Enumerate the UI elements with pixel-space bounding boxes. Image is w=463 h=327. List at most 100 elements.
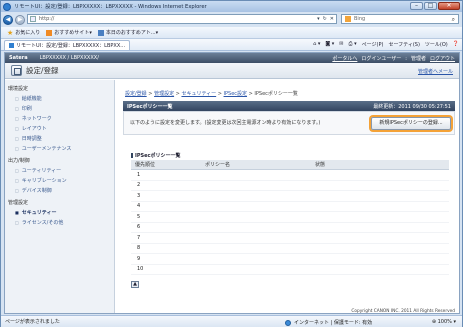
refresh-icon[interactable]: ↻ [323, 16, 327, 22]
table-row: 2 [131, 180, 449, 191]
menu-group-management: 管理設定 [8, 200, 29, 206]
portal-link[interactable]: ポータルへ [332, 55, 357, 62]
search-provider: Bing [354, 16, 366, 22]
list-title: IPSecポリシー一覧 [131, 152, 180, 159]
search-box[interactable]: Bing ⌕ [341, 14, 459, 24]
table-row: 6 [131, 222, 449, 233]
close-button[interactable]: ✕ [438, 2, 460, 10]
menu-item-paper-feed[interactable]: 給紙機能 [15, 95, 114, 102]
tools-menu[interactable]: ツール(O) [425, 41, 448, 48]
crumb-ipsec[interactable]: IPSec設定 [224, 91, 248, 97]
menu-item-user-maintenance[interactable]: ユーザーメンテナンス [15, 145, 114, 152]
row-priority: 3 [131, 190, 201, 202]
table-row: 1 [131, 169, 449, 181]
page-top-button[interactable]: ▲ [131, 281, 139, 288]
zoom-level: 100% [437, 319, 452, 325]
crumb-current: IPSecポリシー一覧 [254, 91, 298, 97]
favorites-bar: ★ お気に入り おすすめサイト ▾ 本日のおすすめアト... ▾ [1, 27, 462, 39]
fav-item-recommended[interactable]: おすすめサイト ▾ [46, 29, 92, 36]
row-priority: 1 [131, 169, 201, 181]
menu-group-output: 出力/制御 [8, 158, 30, 164]
table-row: 5 [131, 211, 449, 223]
breadcrumb: 設定/登録 > 管理設定 > セキュリティー > IPSec設定 > IPSec… [125, 91, 298, 97]
fav-item-label: おすすめサイト [54, 30, 90, 36]
crumb-security[interactable]: セキュリティー [181, 91, 216, 97]
forward-button[interactable]: ▶ [15, 14, 25, 25]
fav-item-label: 本日のおすすめアト... [105, 30, 156, 36]
tab-favicon-icon [9, 42, 14, 48]
row-priority: 2 [131, 180, 201, 191]
crumb-management[interactable]: 管理設定 [154, 91, 174, 97]
address-bar[interactable]: http:// ▾ ↻ ✕ [27, 14, 337, 24]
page-icon [97, 29, 104, 36]
policy-table: 優先順位 ポリシー名 状態 1 2 3 4 5 6 7 8 9 10 [131, 160, 449, 275]
row-priority: 6 [131, 222, 201, 233]
page-title: 設定/登録 [26, 66, 59, 75]
copyright: Copyright CANON INC. 2011 All Rights Res… [351, 309, 455, 314]
address-row: ◀ ▶ http:// ▾ ↻ ✕ Bing ⌕ [1, 12, 462, 27]
menu-item-device-control[interactable]: デバイス制御 [15, 187, 114, 194]
menu-item-license[interactable]: ライセンス/その他 [15, 219, 114, 226]
side-menu: 環境設定 給紙機能 印刷 ネットワーク レイアウト 日時調整 ユーザーメンテナン… [5, 80, 115, 313]
zone-label: インターネット | 保護モード: 有効 [294, 320, 373, 326]
main-content: 設定/登録 > 管理設定 > セキュリティー > IPSec設定 > IPSec… [117, 80, 459, 314]
feeds-icon[interactable]: ◙ ▾ [325, 41, 334, 48]
search-icon[interactable]: ⌕ [452, 16, 455, 24]
row-priority: 8 [131, 243, 201, 254]
page-icon [30, 16, 36, 22]
menu-item-calibration[interactable]: キャリブレーション [15, 177, 114, 184]
register-ipsec-policy-button[interactable]: 新規IPSecポリシーの登録... [371, 117, 451, 130]
browser-tab[interactable]: リモートUI：設定/登録：LBPXXXXX：LBPXX... [4, 39, 131, 50]
menu-item-layout[interactable]: レイアウト [15, 125, 114, 132]
address-url[interactable]: http:// [39, 16, 54, 22]
zoom-control[interactable]: ⊕ 100% ▾ [432, 319, 456, 325]
dropdown-icon[interactable]: ▾ [317, 16, 320, 22]
menu-item-security[interactable]: セキュリティー [15, 209, 114, 216]
page-header: 設定/登録 管理者へメール [5, 63, 459, 79]
security-zone[interactable]: インターネット | 保護モード: 有効 [285, 319, 372, 326]
table-row: 10 [131, 264, 449, 275]
star-icon: ★ [7, 28, 14, 37]
stop-icon[interactable]: ✕ [330, 16, 334, 22]
row-priority: 10 [131, 264, 201, 275]
minimize-button[interactable]: – [410, 2, 423, 10]
bing-icon [345, 16, 351, 22]
admin-label: 管理者 [410, 56, 426, 62]
notice-box: 以下のように設定を変更します。(設定変更は次回主電源オン時より有効になります。)… [123, 111, 455, 135]
back-button[interactable]: ◀ [3, 14, 13, 25]
status-bar: ページが表示されました インターネット | 保護モード: 有効 ⊕ 100% ▾ [1, 315, 462, 327]
help-icon[interactable]: ❓ [453, 41, 459, 48]
command-row: リモートUI：設定/登録：LBPXXXXX：LBPXX... ⌂ ▾ ◙ ▾ ✉… [1, 39, 462, 51]
page-viewport: Satera LBPXXXXX / LBPXXXXX/ ポータルへ ログインユー… [4, 52, 460, 314]
maximize-button[interactable]: □ [424, 2, 437, 10]
menu-item-utility[interactable]: ユーティリティー [15, 167, 114, 174]
ie-logo-icon [3, 2, 11, 11]
menu-item-datetime[interactable]: 日時調整 [15, 135, 114, 142]
favorites-button[interactable]: ★ お気に入り [7, 29, 40, 37]
menu-item-network[interactable]: ネットワーク [15, 115, 114, 122]
print-icon[interactable]: ⎙ ▾ [349, 41, 357, 48]
model-label: LBPXXXXX / LBPXXXXX/ [39, 55, 99, 61]
page-menu[interactable]: ページ(P) [362, 41, 384, 48]
last-updated: 最終更新：2011 09/30 05:27:51 [373, 104, 451, 110]
mail-admin-link[interactable]: 管理者へメール [418, 68, 453, 75]
logout-link[interactable]: ログアウト [430, 55, 455, 62]
tab-label: リモートUI：設定/登録：LBPXXXXX：LBPXX... [16, 42, 126, 49]
rui-header: Satera LBPXXXXX / LBPXXXXX/ ポータルへ ログインユー… [5, 53, 459, 63]
menu-group-environment: 環境設定 [8, 86, 29, 92]
favorites-label: お気に入り [15, 30, 41, 36]
home-icon[interactable]: ⌂ ▾ [313, 41, 320, 48]
mail-icon[interactable]: ✉ [339, 41, 343, 48]
globe-icon [285, 319, 291, 326]
title-bar: リモートUI：設定/登録：LBPXXXXX：LBPXXXXX - Windows… [1, 1, 462, 12]
crumb-settings[interactable]: 設定/登録 [125, 91, 147, 97]
browser-window: リモートUI：設定/登録：LBPXXXXX：LBPXXXXX - Windows… [0, 0, 463, 327]
fav-item-today[interactable]: 本日のおすすめアト... ▾ [97, 29, 158, 36]
row-priority: 5 [131, 211, 201, 223]
row-priority: 7 [131, 232, 201, 244]
safety-menu[interactable]: セーフティ(S) [388, 41, 419, 48]
row-priority: 4 [131, 201, 201, 212]
panel-title: IPSecポリシー一覧 [127, 103, 173, 110]
settings-icon [11, 65, 22, 76]
menu-item-print[interactable]: 印刷 [15, 105, 114, 112]
